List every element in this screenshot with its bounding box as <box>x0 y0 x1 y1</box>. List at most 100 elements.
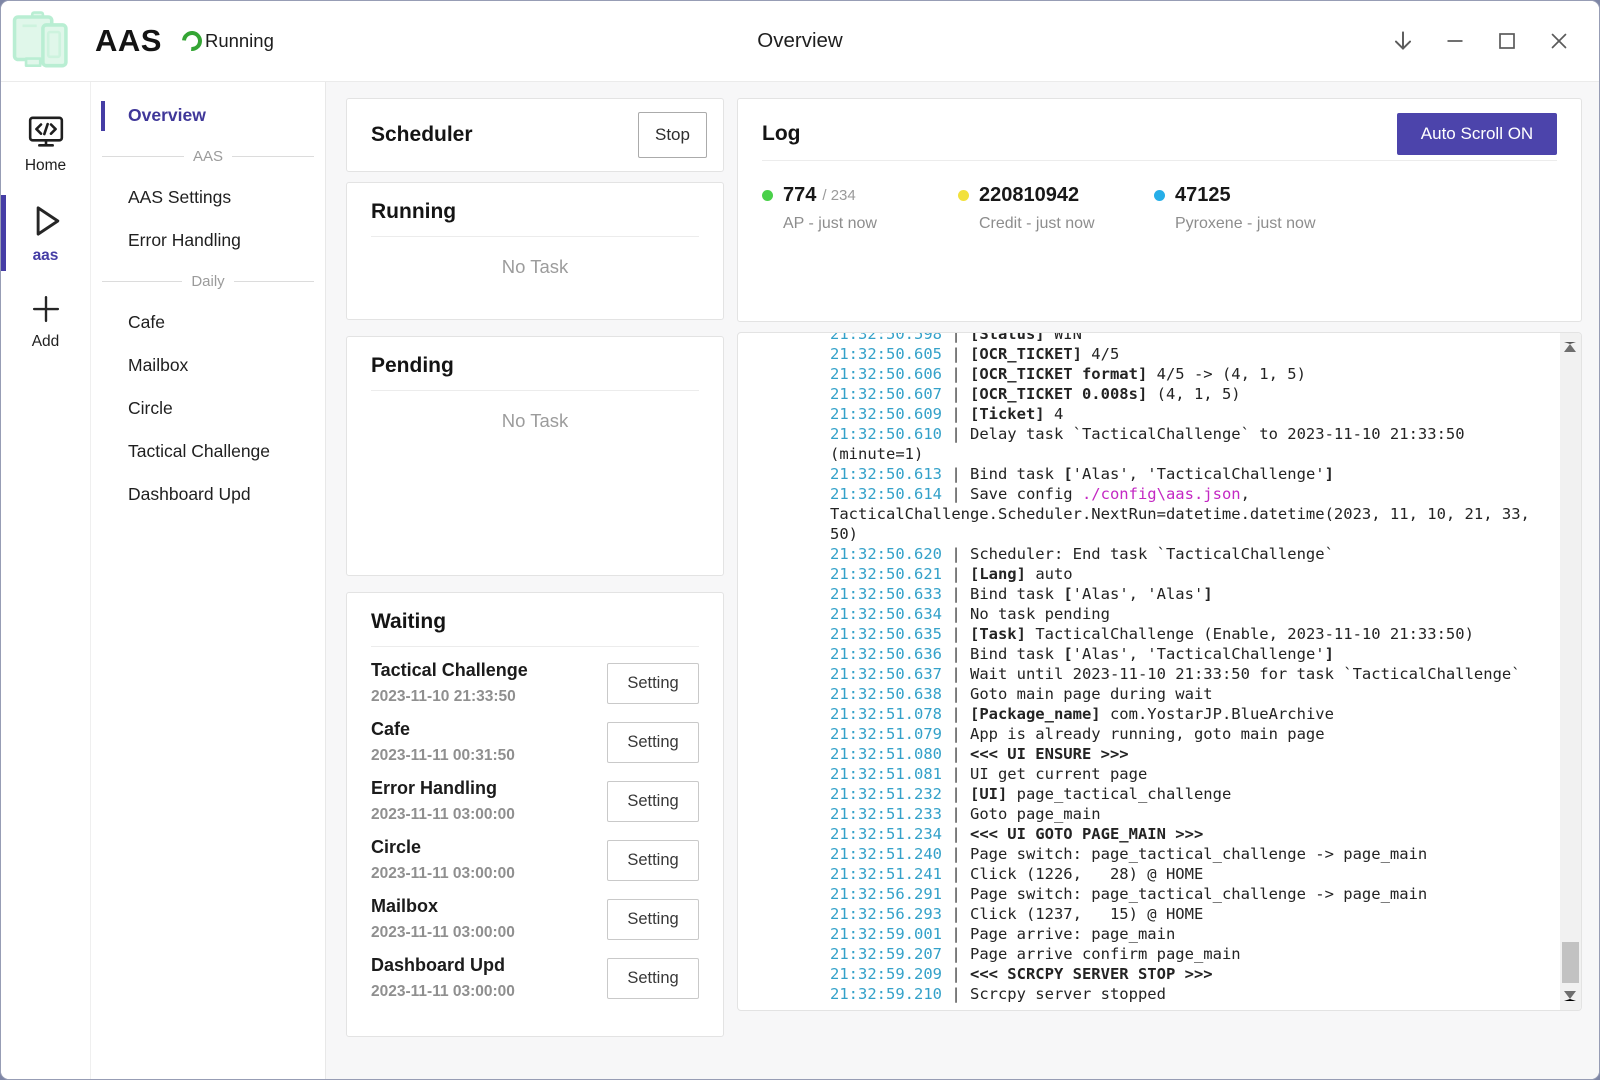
log-time: 21:32:50.610 <box>830 425 942 443</box>
scheduler-status: Running <box>182 30 274 52</box>
log-time: 21:32:50.635 <box>830 625 942 643</box>
stat-label: Credit - just now <box>958 215 1154 233</box>
nav-item-label: Dashboard Upd <box>128 484 251 505</box>
log-line: INFO21:32:50.607 | [OCR_TICKET 0.008s] (… <box>746 384 1560 404</box>
log-separator: | <box>942 605 970 623</box>
scheduler-title: Scheduler <box>371 123 473 147</box>
log-message-segment: 4/5 -> (4, 1, 5) <box>1147 365 1306 383</box>
log-message-segment: (4, 1, 5) <box>1147 385 1240 403</box>
log-separator: | <box>942 725 970 743</box>
stat-item: 774/ 234 AP - just now <box>762 184 958 233</box>
log-message-segment: Scheduler: End task `TacticalChallenge` <box>970 545 1334 563</box>
divider <box>371 236 699 237</box>
log-message-segment: 'Alas', 'Alas' <box>1073 585 1204 603</box>
log-separator: | <box>942 845 970 863</box>
log-message-segment: [OCR_TICKET] <box>970 345 1082 363</box>
log-line: INFO21:32:51.081 | UI get current page <box>746 764 1560 784</box>
task-name: Tactical Challenge <box>371 660 528 681</box>
nav-item-mailbox[interactable]: Mailbox <box>91 344 325 387</box>
log-message-segment: [OCR_TICKET format] <box>970 365 1147 383</box>
setting-button[interactable]: Setting <box>607 663 699 704</box>
app-window: AAS Running Overview <box>0 0 1600 1080</box>
task-next-run: 2023-11-11 03:00:00 <box>371 983 515 1001</box>
log-message-segment: auto <box>1026 565 1073 583</box>
log-message-segment: 4 <box>1045 405 1064 423</box>
log-message-segment: ./config\aas.json <box>1082 485 1241 503</box>
nav-item-dashboard-upd[interactable]: Dashboard Upd <box>91 473 325 516</box>
log-line: INFO21:32:50.620 | Scheduler: End task `… <box>746 544 1560 564</box>
log-time: 21:32:56.291 <box>830 885 942 903</box>
task-info: Tactical Challenge2023-11-10 21:33:50 <box>371 660 528 706</box>
nav-item-cafe[interactable]: Cafe <box>91 301 325 344</box>
stat-value: 47125 <box>1175 184 1231 207</box>
setting-button[interactable]: Setting <box>607 958 699 999</box>
rail-item-home[interactable]: Home <box>1 104 90 184</box>
setting-button[interactable]: Setting <box>607 840 699 881</box>
nav-item-error-handling[interactable]: Error Handling <box>91 219 325 262</box>
play-icon <box>25 200 67 242</box>
log-time: 21:32:50.634 <box>830 605 942 623</box>
log-scrollbar[interactable] <box>1560 333 1581 1010</box>
log-message-segment: [UI] <box>970 785 1007 803</box>
log-level: INFO <box>746 464 830 484</box>
log-separator: | <box>942 345 970 363</box>
log-message-segment: 'Alas', 'TacticalChallenge' <box>1073 465 1325 483</box>
log-line: INFO21:32:51.080 | <<< UI ENSURE >>> <box>746 744 1560 764</box>
waiting-task-row: Tactical Challenge2023-11-10 21:33:50 Set… <box>371 660 699 706</box>
log-message-segment: [ <box>1063 465 1072 483</box>
log-line: INFO21:32:51.241 | Click (1226, 28) @ HO… <box>746 864 1560 884</box>
log-output[interactable]: INFO21:32:50.598 | [Status] WININFO21:32… <box>737 332 1582 1011</box>
log-separator: | <box>942 545 970 563</box>
log-header: Log Auto Scroll ON <box>762 99 1557 161</box>
setting-button[interactable]: Setting <box>607 722 699 763</box>
auto-scroll-button[interactable]: Auto Scroll ON <box>1397 113 1557 155</box>
maximize-icon <box>1495 29 1519 53</box>
task-info: Circle2023-11-11 03:00:00 <box>371 837 515 883</box>
stat-top: 774/ 234 <box>762 184 958 207</box>
minimize-button[interactable] <box>1429 16 1481 66</box>
log-level: INFO <box>746 704 830 724</box>
log-message-segment: [ <box>1063 645 1072 663</box>
download-button[interactable] <box>1377 16 1429 66</box>
section-label: AAS <box>184 148 232 165</box>
rail-item-aas[interactable]: aas <box>1 192 90 274</box>
log-message-segment: 'Alas', 'TacticalChallenge' <box>1073 645 1325 663</box>
close-button[interactable] <box>1533 16 1585 66</box>
log-level: INFO <box>746 924 830 944</box>
pending-empty-text: No Task <box>371 410 699 432</box>
log-line: INFO21:32:59.207 | Page arrive confirm p… <box>746 944 1560 964</box>
log-separator: | <box>942 685 970 703</box>
nav-item-tactical-challenge[interactable]: Tactical Challenge <box>91 430 325 473</box>
log-line: INFO21:32:56.293 | Click (1237, 15) @ HO… <box>746 904 1560 924</box>
nav-item-aas-settings[interactable]: AAS Settings <box>91 176 325 219</box>
nav-item-circle[interactable]: Circle <box>91 387 325 430</box>
log-level: INFO <box>746 584 830 604</box>
scrollbar-thumb[interactable] <box>1562 942 1579 983</box>
log-line: INFO21:32:50.621 | [Lang] auto <box>746 564 1560 584</box>
log-line: INFO21:32:59.001 | Page arrive: page_mai… <box>746 924 1560 944</box>
stat-label: AP - just now <box>762 215 958 233</box>
log-level: INFO <box>746 944 830 964</box>
log-time: 21:32:51.232 <box>830 785 942 803</box>
setting-button[interactable]: Setting <box>607 781 699 822</box>
scroll-down-button[interactable] <box>1564 991 1576 1001</box>
rail-item-add[interactable]: Add <box>1 282 90 360</box>
log-scroll-area[interactable]: INFO21:32:50.598 | [Status] WININFO21:32… <box>738 333 1560 1010</box>
scroll-up-button[interactable] <box>1564 342 1576 352</box>
log-time: 21:32:50.620 <box>830 545 942 563</box>
stop-button[interactable]: Stop <box>638 112 707 158</box>
maximize-button[interactable] <box>1481 16 1533 66</box>
nav-item-overview[interactable]: Overview <box>91 94 325 137</box>
log-level: INFO <box>746 684 830 704</box>
log-level: INFO <box>746 964 830 984</box>
log-separator: | <box>942 485 970 503</box>
log-time: 21:32:59.210 <box>830 985 942 1003</box>
log-message-segment: Goto main page during wait <box>970 685 1213 703</box>
log-message-segment: page_tactical_challenge <box>1007 785 1231 803</box>
log-separator: | <box>942 905 970 923</box>
log-line: INFO21:32:50.633 | Bind task ['Alas', 'A… <box>746 584 1560 604</box>
task-next-run: 2023-11-11 03:00:00 <box>371 924 515 942</box>
log-message-segment: [Lang] <box>970 565 1026 583</box>
log-line: INFO21:32:51.079 | App is already runnin… <box>746 724 1560 744</box>
setting-button[interactable]: Setting <box>607 899 699 940</box>
